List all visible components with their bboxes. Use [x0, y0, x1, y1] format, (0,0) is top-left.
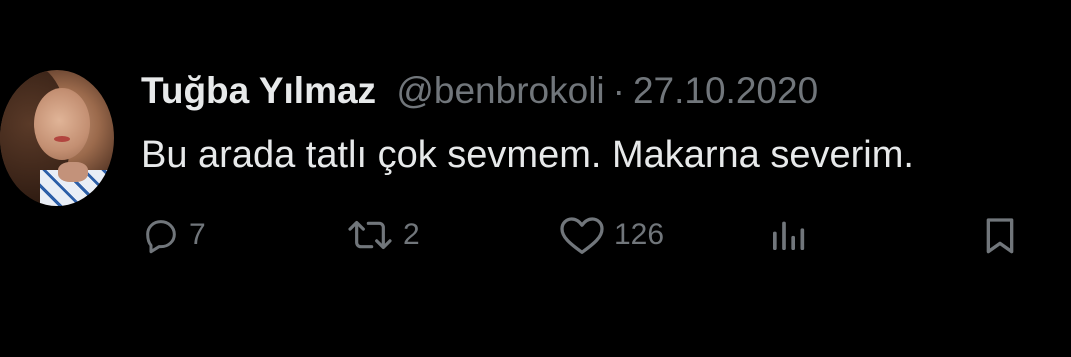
retweet-icon — [345, 215, 395, 255]
separator-dot: · — [612, 70, 625, 111]
bookmark-button[interactable] — [980, 210, 1020, 260]
reply-button[interactable]: 7 — [141, 210, 206, 260]
bookmark-icon — [980, 214, 1020, 256]
views-icon — [768, 215, 808, 255]
tweet-date[interactable]: 27.10.2020 — [633, 70, 818, 111]
author-handle[interactable]: @benbrokoli — [396, 70, 604, 111]
avatar-face — [34, 88, 90, 160]
views-button[interactable] — [768, 210, 808, 260]
avatar-hand — [58, 162, 88, 182]
avatar[interactable] — [0, 70, 114, 206]
reply-icon — [141, 215, 181, 255]
tweet-text: Bu arada tatlı çok sevmem. Makarna sever… — [141, 134, 914, 176]
tweet-actions: 7 2 126 — [0, 210, 1071, 260]
like-count: 126 — [614, 218, 665, 251]
heart-icon — [558, 215, 606, 255]
tweet-header: Tuğba Yılmaz @benbrokoli · 27.10.2020 — [141, 68, 818, 114]
retweet-count: 2 — [403, 218, 420, 251]
like-button[interactable]: 126 — [558, 210, 664, 260]
reply-count: 7 — [189, 218, 206, 251]
retweet-button[interactable]: 2 — [345, 210, 420, 260]
author-name[interactable]: Tuğba Yılmaz — [141, 70, 376, 111]
avatar-lips — [54, 136, 70, 142]
